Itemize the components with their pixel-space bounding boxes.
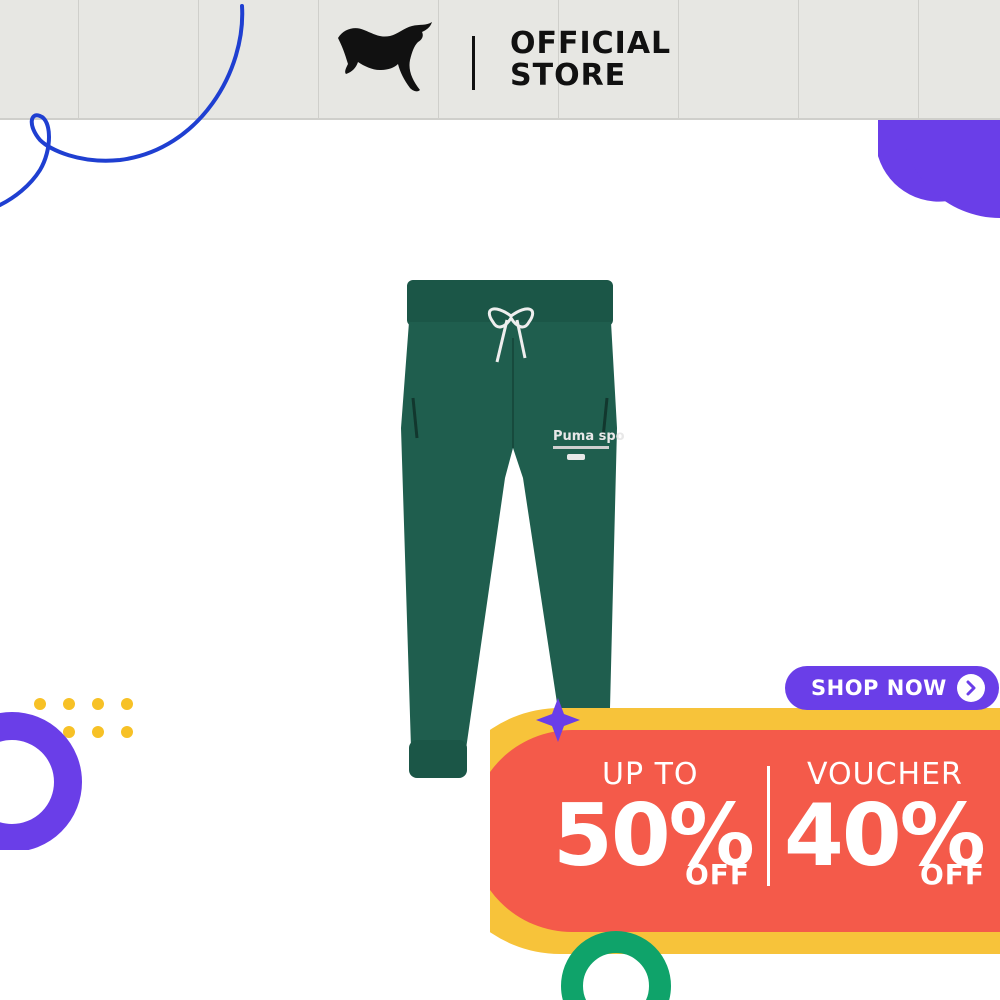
grid-line (678, 0, 679, 118)
puma-cat-logo-icon (334, 16, 440, 104)
promo-divider (767, 766, 770, 886)
grid-line (798, 0, 799, 118)
store-line-1: OFFICIAL (510, 26, 672, 61)
purple-half-circle-decoration (878, 120, 1000, 218)
grid-line (318, 0, 319, 118)
official-store-label: OFFICIAL STORE (510, 28, 671, 92)
chevron-right-icon (957, 674, 985, 702)
shop-now-button[interactable]: SHOP NOW (785, 666, 999, 710)
shop-now-label: SHOP NOW (811, 676, 947, 700)
grid-line (918, 0, 919, 118)
store-line-2: STORE (510, 58, 627, 93)
blue-squiggle-decoration (0, 4, 245, 207)
discount-off-label: OFF (685, 858, 751, 891)
left-ring-and-dots-decoration (0, 698, 133, 850)
pants-print-text: Puma sports (553, 429, 625, 444)
header-divider (472, 36, 475, 90)
voucher-off-label: OFF (920, 858, 986, 891)
